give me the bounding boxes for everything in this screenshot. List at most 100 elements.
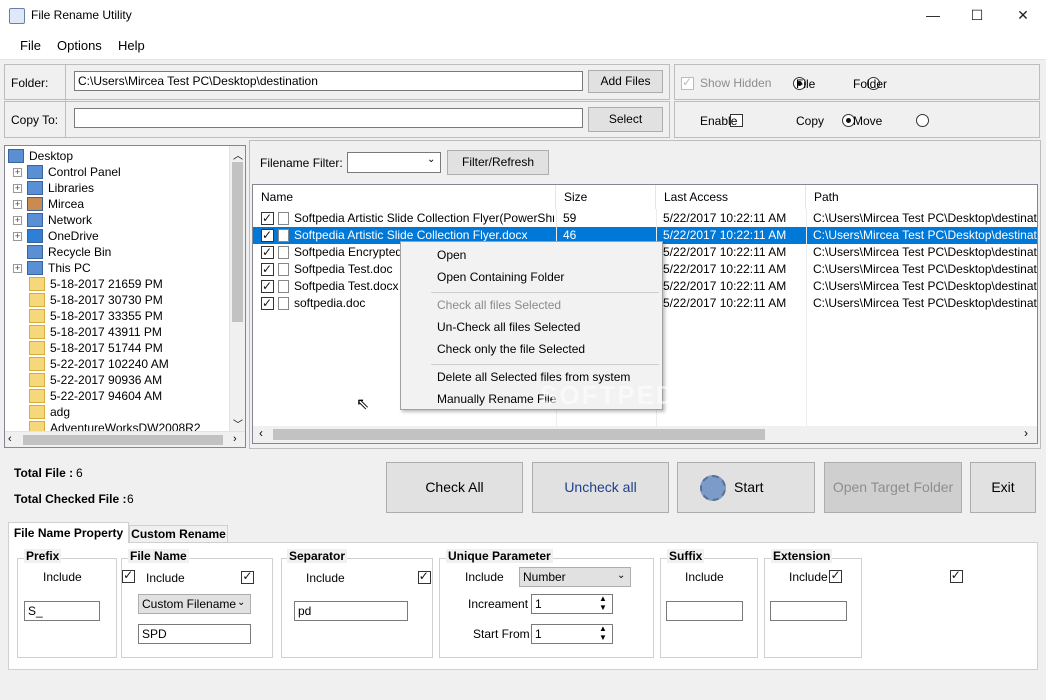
cell-path: C:\Users\Mircea Test PC\Desktop\destinat… — [813, 245, 1037, 259]
minimize-button[interactable]: — — [910, 0, 956, 32]
move-radio[interactable] — [915, 114, 929, 127]
filename-title: File Name — [128, 549, 189, 563]
column-header-name[interactable]: Name — [253, 185, 556, 209]
tree-item-label: 5-22-2017 90936 AM — [50, 373, 163, 387]
cell-access: 5/22/2017 10:22:11 AM — [663, 279, 787, 293]
file-radio-label: File — [796, 77, 816, 91]
scrollbar-thumb[interactable] — [232, 162, 243, 322]
filename-mode-select[interactable]: Custom Filename — [138, 594, 251, 614]
row-checkbox[interactable] — [261, 278, 274, 295]
tree-vertical-scrollbar[interactable]: ︿ ﹀ — [229, 146, 245, 431]
exit-button[interactable]: Exit — [970, 462, 1036, 513]
total-file-label: Total File : — [14, 466, 74, 480]
folder-icon — [29, 309, 45, 323]
select-button[interactable]: Select — [588, 107, 663, 132]
show-hidden-label: Show Hidden — [700, 76, 772, 90]
separator-input[interactable]: pd — [294, 601, 408, 621]
filename-include-checkbox[interactable] — [241, 569, 255, 584]
grid-horizontal-scrollbar[interactable]: ‹ › — [253, 426, 1037, 443]
menu-help[interactable]: Help — [118, 38, 145, 53]
increment-spin-icon[interactable]: ▲ ▼ — [599, 594, 607, 612]
document-icon — [278, 297, 289, 310]
maximize-button[interactable]: ☐ — [954, 0, 1000, 32]
table-row[interactable]: Softpedia Artistic Slide Collection Flye… — [253, 210, 1037, 227]
onedrive-icon — [27, 229, 43, 243]
unique-parameter-title: Unique Parameter — [446, 549, 553, 563]
scroll-right-icon[interactable]: › — [233, 433, 237, 445]
grid-scroll-left-icon[interactable]: ‹ — [259, 426, 263, 440]
enable-label: Enable — [700, 114, 738, 128]
uncheck-all-button[interactable]: Uncheck all — [532, 462, 669, 513]
row-checkbox[interactable] — [261, 244, 274, 261]
column-header-path[interactable]: Path — [806, 185, 1037, 209]
menu-options[interactable]: Options — [57, 38, 102, 53]
tree-hscroll-thumb[interactable] — [23, 435, 223, 445]
expand-icon[interactable]: + — [13, 184, 22, 193]
column-header-last-access[interactable]: Last Access — [656, 185, 806, 209]
ctx-uncheck-all[interactable]: Un-Check all files Selected — [437, 320, 580, 334]
expand-icon[interactable]: + — [13, 168, 22, 177]
document-icon — [278, 280, 289, 293]
check-all-button[interactable]: Check All — [386, 462, 523, 513]
copyto-path-input[interactable] — [74, 108, 583, 128]
ctx-open-containing-folder[interactable]: Open Containing Folder — [437, 270, 564, 284]
folder-tree[interactable]: Desktop + Control Panel + Libraries + Mircea + N… — [4, 145, 246, 448]
document-icon — [278, 229, 289, 242]
move-radio-label: Move — [853, 114, 883, 128]
menu-file[interactable]: File — [20, 38, 41, 53]
tree-item-label: adg — [50, 405, 71, 419]
filename-filter-label: Filename Filter: — [260, 156, 343, 170]
ctx-check-only[interactable]: Check only the file Selected — [437, 342, 585, 356]
expand-icon[interactable]: + — [13, 216, 22, 225]
filter-refresh-button[interactable]: Filter/Refresh — [447, 150, 549, 175]
scroll-up-icon[interactable]: ︿ — [233, 147, 243, 162]
tab-custom-rename[interactable]: Custom Rename — [129, 525, 228, 543]
row-checkbox[interactable] — [261, 210, 274, 227]
scroll-left-icon[interactable]: ‹ — [8, 433, 12, 445]
total-checked-label: Total Checked File : — [14, 492, 127, 506]
add-files-button[interactable]: Add Files — [588, 70, 663, 93]
grid-scroll-right-icon[interactable]: › — [1024, 426, 1028, 440]
start-button[interactable]: Start — [677, 462, 815, 513]
unique-type-select[interactable]: Number — [519, 567, 631, 587]
filename-input[interactable]: SPD — [138, 624, 251, 644]
open-target-folder-button[interactable]: Open Target Folder — [824, 462, 962, 513]
row-checkbox[interactable] — [261, 227, 274, 244]
start-from-spin-icon[interactable]: ▲ ▼ — [599, 624, 607, 642]
row-checkbox[interactable] — [261, 261, 274, 278]
expand-icon[interactable]: + — [13, 264, 22, 273]
folder-path-input[interactable]: C:\Users\Mircea Test PC\Desktop\destinat… — [74, 71, 583, 91]
row-checkbox[interactable] — [261, 295, 274, 312]
unique-type-chevron-icon: ⌄ — [617, 570, 626, 581]
cell-name: Softpedia Artistic Slide Collection Flye… — [294, 211, 554, 225]
extension-input[interactable] — [770, 601, 847, 621]
folder-icon — [29, 373, 45, 387]
expand-icon[interactable]: + — [13, 200, 22, 209]
copy-radio-label: Copy — [796, 114, 825, 128]
ctx-manual-rename[interactable]: Manually Rename File — [437, 392, 556, 406]
tab-file-name-property[interactable]: File Name Property — [8, 522, 129, 543]
extension-include-checkbox[interactable] — [949, 568, 963, 583]
separator-include-label: Include — [306, 571, 345, 585]
tree-item-label: 5-22-2017 102240 AM — [50, 357, 169, 371]
separator-include-checkbox[interactable] — [417, 569, 431, 584]
ctx-open[interactable]: Open — [437, 248, 466, 262]
suffix-input[interactable] — [666, 601, 743, 621]
folder-radio-label: Folder — [853, 77, 888, 91]
filename-include-label: Include — [146, 571, 185, 585]
total-checked-value: 6 — [127, 492, 134, 506]
prefix-include-label: Include — [43, 570, 82, 584]
scroll-down-icon[interactable]: ﹀ — [233, 416, 243, 431]
grid-hscroll-thumb[interactable] — [273, 429, 765, 440]
column-header-size[interactable]: Size — [556, 185, 656, 209]
show-hidden-checkbox[interactable] — [681, 75, 694, 90]
tree-item-label: Desktop — [29, 149, 74, 163]
expand-icon[interactable]: + — [13, 232, 22, 241]
prefix-input[interactable]: S_ — [24, 601, 100, 621]
close-button[interactable]: ✕ — [1000, 0, 1046, 32]
tree-horizontal-scrollbar[interactable]: ‹ › — [5, 431, 245, 447]
ctx-check-all[interactable]: Check all files Selected — [437, 298, 561, 312]
network-icon — [27, 213, 43, 227]
cell-path: C:\Users\Mircea Test PC\Desktop\destinat… — [813, 228, 1037, 242]
cell-access: 5/22/2017 10:22:11 AM — [663, 262, 787, 276]
